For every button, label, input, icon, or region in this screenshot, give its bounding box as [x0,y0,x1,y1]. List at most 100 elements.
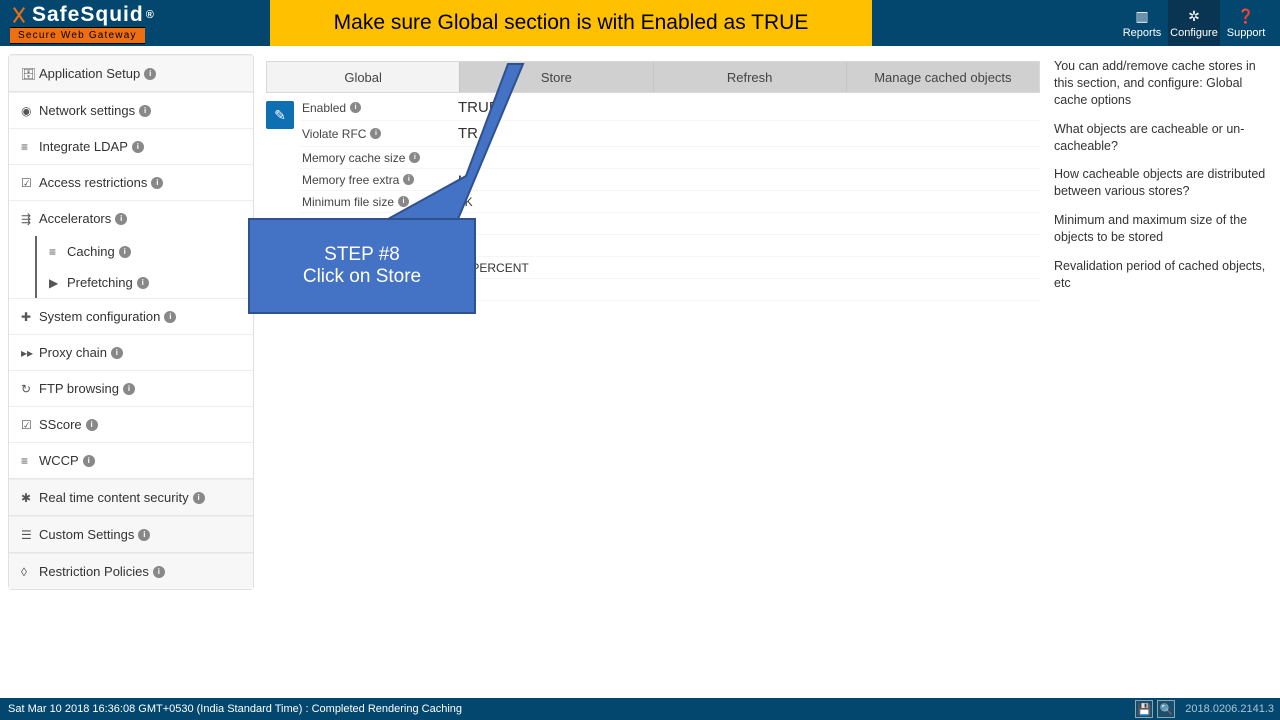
briefcase-icon: 🗄 [21,67,39,81]
edit-button[interactable]: ✎ [266,101,294,129]
info-icon[interactable]: i [139,105,151,117]
sidebar-item-network[interactable]: ◉ Network settings i [9,92,253,128]
sidebar-item-wccp[interactable]: ≡ WCCP i [9,442,253,478]
info-icon[interactable]: i [144,68,156,80]
sidebar-item-label: Access restrictions [39,175,147,190]
sidebar-item-label: System configuration [39,309,160,324]
sidebar-item-label: Custom Settings [39,527,134,542]
help-text: Revalidation period of cached objects, e… [1054,258,1266,292]
configure-label: Configure [1170,27,1218,39]
info-icon[interactable]: i [132,141,144,153]
info-icon[interactable]: i [138,529,150,541]
top-bar: SafeSquid ® Secure Web Gateway Make sure… [0,0,1280,46]
sidebar-item-sysconfig[interactable]: ✚ System configuration i [9,298,253,334]
info-icon[interactable]: i [119,246,131,258]
speed-icon: ⇶ [21,212,39,226]
sidebar-app-setup[interactable]: 🗄 Application Setup i [9,55,253,91]
search-button[interactable]: 🔍 [1157,700,1175,718]
sidebar-restriction[interactable]: ◊ Restriction Policies i [9,553,253,589]
sidebar-item-ftp[interactable]: ↻ FTP browsing i [9,370,253,406]
cache-icon: ≡ [49,245,67,259]
info-icon[interactable]: i [83,455,95,467]
lock-icon: ◊ [21,565,39,579]
sidebar-item-label: Real time content security [39,490,189,505]
configure-icon: ✲ [1188,8,1200,25]
info-icon[interactable]: i [111,347,123,359]
sidebar-item-label: WCCP [39,453,79,468]
sliders-icon: ☰ [21,528,39,542]
save-button[interactable]: 💾 [1135,700,1153,718]
logo-reg: ® [146,9,155,21]
list-icon: ≡ [21,454,39,468]
support-label: Support [1227,27,1266,39]
version-text: 2018.0206.2141.3 [1185,703,1274,715]
refresh-icon: ↻ [21,382,39,396]
instruction-banner: Make sure Global section is with Enabled… [270,0,872,46]
info-icon[interactable]: i [151,177,163,189]
step-callout: STEP #8 Click on Store [248,218,476,314]
prefetch-icon: ▶ [49,276,67,290]
sidebar-item-label: Proxy chain [39,345,107,360]
sidebar-item-ldap[interactable]: ≡ Integrate LDAP i [9,128,253,164]
check-icon: ☑ [21,418,39,432]
pencil-icon: ✎ [274,107,286,124]
logo-subtitle: Secure Web Gateway [10,27,145,44]
search-icon: 🔍 [1159,703,1173,716]
shield-icon: ✱ [21,491,39,505]
status-bar: Sat Mar 10 2018 16:36:08 GMT+0530 (India… [0,698,1280,720]
tab-manage-cached[interactable]: Manage cached objects [847,62,1039,92]
status-text: Sat Mar 10 2018 16:36:08 GMT+0530 (India… [8,703,462,715]
sidebar-subitem-caching[interactable]: ≡ Caching i [37,236,253,267]
tab-refresh[interactable]: Refresh [654,62,847,92]
sidebar-item-label: Integrate LDAP [39,139,128,154]
tabs: Global Store Refresh Manage cached objec… [266,61,1040,93]
info-icon[interactable]: i [193,492,205,504]
reports-label: Reports [1123,27,1162,39]
sidebar-item-label: Prefetching [67,275,133,290]
sidebar-item-label: Network settings [39,103,135,118]
help-panel: You can add/remove cache stores in this … [1040,46,1276,698]
info-icon[interactable]: i [115,213,127,225]
support-icon: ❓ [1237,8,1254,25]
sidebar-realtime[interactable]: ✱ Real time content security i [9,479,253,515]
sidebar-label: Application Setup [39,66,140,81]
sidebar-item-label: Accelerators [39,211,111,226]
info-icon[interactable]: i [153,566,165,578]
top-actions: ▥ Reports ✲ Configure ❓ Support [1116,0,1272,46]
plus-icon: ✚ [21,310,39,324]
configure-button[interactable]: ✲ Configure [1168,0,1220,46]
info-icon[interactable]: i [86,419,98,431]
logo-x-icon [10,6,28,24]
sidebar-item-label: FTP browsing [39,381,119,396]
sidebar-item-accelerators[interactable]: ⇶ Accelerators i [9,200,253,236]
check-icon: ☑ [21,176,39,190]
help-text: You can add/remove cache stores in this … [1054,58,1266,109]
settings-value: 00 [458,283,1038,297]
sidebar-item-sscore[interactable]: ☑ SScore i [9,406,253,442]
reports-icon: ▥ [1135,8,1148,25]
sidebar-item-label: Restriction Policies [39,564,149,579]
info-icon[interactable]: i [370,128,381,139]
sidebar: 🗄 Application Setup i ◉ Network settings… [0,46,262,698]
info-icon[interactable]: i [123,383,135,395]
sidebar-item-label: SScore [39,417,82,432]
callout-text: Click on Store [303,266,421,288]
info-icon[interactable]: i [164,311,176,323]
forward-icon: ▸▸ [21,346,39,360]
logo: SafeSquid ® Secure Web Gateway [0,0,165,48]
reports-button[interactable]: ▥ Reports [1116,0,1168,46]
list-icon: ≡ [21,140,39,154]
support-button[interactable]: ❓ Support [1220,0,1272,46]
sidebar-item-proxychain[interactable]: ▸▸ Proxy chain i [9,334,253,370]
save-icon: 💾 [1137,703,1151,716]
info-icon[interactable]: i [137,277,149,289]
sidebar-subitem-prefetching[interactable]: ▶ Prefetching i [37,267,253,298]
node-icon: ◉ [21,104,39,118]
info-icon[interactable]: i [350,102,361,113]
settings-value: LLPERCENT [458,261,1038,275]
help-text: Minimum and maximum size of the objects … [1054,212,1266,246]
callout-arrow-icon [388,46,558,246]
sidebar-custom[interactable]: ☰ Custom Settings i [9,516,253,552]
logo-main: SafeSquid ® [10,3,155,27]
sidebar-item-access[interactable]: ☑ Access restrictions i [9,164,253,200]
